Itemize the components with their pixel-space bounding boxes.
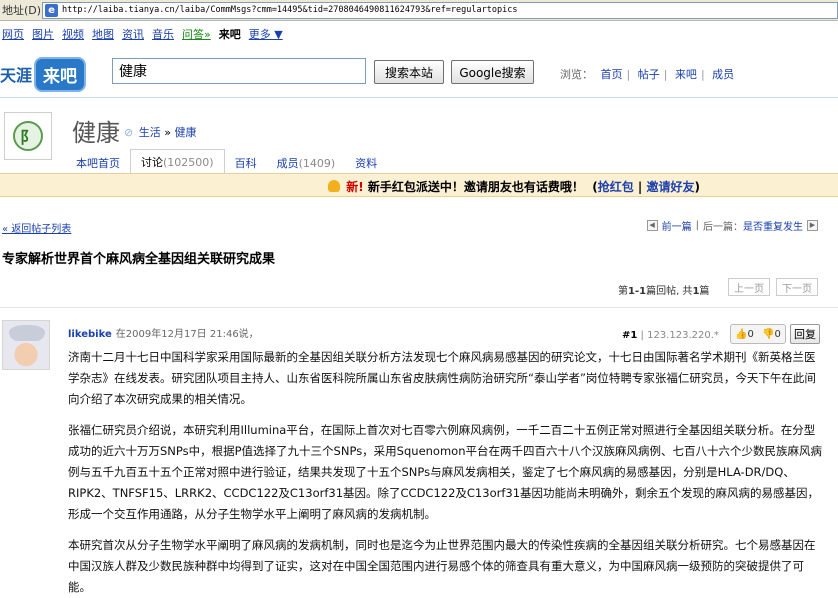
search-google-button[interactable]: Google搜索: [451, 60, 534, 84]
address-url: http://laiba.tianya.cn/laiba/CommMsgs?cm…: [62, 5, 518, 15]
promo-new-label: 新!: [346, 180, 364, 194]
bar-category: ⊘ 生活 » 健康: [124, 124, 196, 140]
promo-invite-link[interactable]: 邀请好友: [647, 180, 695, 194]
portal-nav-current: 来吧: [218, 28, 241, 41]
portal-nav-map[interactable]: 地图: [92, 26, 114, 42]
vote-down-button[interactable]: 👎0: [762, 329, 781, 340]
category-child-link[interactable]: 健康: [174, 126, 196, 139]
next-arrow-icon[interactable]: ▶: [807, 220, 818, 231]
search-local-button[interactable]: 搜索本站: [374, 60, 444, 84]
bar-avatar[interactable]: 阝: [4, 112, 52, 160]
address-label: 地址(D): [2, 4, 42, 17]
browse-home[interactable]: 首页: [601, 68, 623, 81]
vote-up-button[interactable]: 👍0: [735, 329, 754, 340]
portal-nav-web[interactable]: 网页: [2, 26, 24, 42]
category-sep: »: [164, 126, 171, 139]
tab-wiki[interactable]: 百科: [225, 151, 267, 175]
tag-icon: ⊘: [124, 126, 134, 139]
vote-box: 👍0 👎0: [730, 324, 786, 344]
ie-page-icon: e: [45, 3, 58, 17]
tab-discussion[interactable]: 讨论(102500): [130, 149, 225, 175]
browse-laiba[interactable]: 来吧: [675, 68, 697, 81]
floor-number: #1: [622, 330, 638, 341]
prev-next-nav: ◀ 前一篇 | 后一篇： 是否重复发生 ▶: [643, 218, 822, 233]
tab-bar-home[interactable]: 本吧首页: [66, 151, 130, 175]
browse-posts[interactable]: 帖子: [638, 68, 660, 81]
site-logo[interactable]: 天涯 来吧: [0, 56, 87, 92]
post-paragraph: 张福仁研究员介绍说，本研究利用Illumina平台，在国际上首次对七百零六例麻风…: [68, 423, 822, 521]
promo-text: 新手红包派送中！邀请朋友也有话费哦！: [367, 180, 584, 194]
portal-nav-images[interactable]: 图片: [32, 26, 54, 42]
promo-red-packet-link[interactable]: 抢红包: [598, 180, 634, 194]
tab-members[interactable]: 成员(1409): [267, 151, 346, 175]
portal-nav-video[interactable]: 视频: [62, 26, 84, 42]
prev-page-button[interactable]: 上一页: [728, 278, 770, 296]
logo-tianya: 天涯: [0, 66, 33, 85]
browse-label: 浏览：: [560, 68, 593, 81]
address-bar: 地址(D) e http://laiba.tianya.cn/laiba/Com…: [0, 0, 838, 21]
category-parent-link[interactable]: 生活: [139, 126, 161, 139]
prev-post-link[interactable]: 前一篇: [662, 218, 692, 233]
post-title: 专家解析世界首个麻风病全基因组关联研究成果: [2, 252, 276, 267]
back-to-list-link[interactable]: « 返回帖子列表: [2, 220, 71, 235]
post-time: 在2009年12月17日 21:46说，: [115, 329, 259, 340]
pagination-info: 第1-1篇回帖, 共1篇: [618, 286, 710, 297]
post-body: 济南十二月十七日中国科学家采用国际最新的全基因组关联分析方法发现七个麻风病易感基…: [68, 347, 826, 598]
search-input[interactable]: [112, 58, 366, 84]
portal-nav-news[interactable]: 资讯: [122, 26, 144, 42]
browse-members[interactable]: 成员: [712, 68, 734, 81]
next-post-label: 后一篇：: [703, 222, 743, 233]
next-page-button[interactable]: 下一页: [776, 278, 818, 296]
portal-nav-more[interactable]: 更多 ▼: [249, 26, 283, 42]
reply-button[interactable]: 回复: [790, 324, 820, 344]
portal-nav-answer[interactable]: 问答»: [182, 26, 211, 42]
post-divider: [0, 307, 838, 308]
promo-banner: 新! 新手红包派送中！邀请朋友也有话费哦！ (抢红包 | 邀请好友): [0, 173, 838, 197]
author-link[interactable]: likebike: [68, 329, 112, 340]
user-avatar[interactable]: [2, 320, 50, 370]
post-paragraph: 济南十二月十七日中国科学家采用国际最新的全基因组关联分析方法发现七个麻风病易感基…: [68, 350, 816, 406]
next-post-link[interactable]: 是否重复发生: [743, 218, 803, 233]
tab-info[interactable]: 资料: [345, 151, 387, 175]
address-input[interactable]: e http://laiba.tianya.cn/laiba/CommMsgs?…: [42, 1, 838, 19]
portal-nav-music[interactable]: 音乐: [152, 26, 174, 42]
header-divider: [0, 97, 838, 98]
post-paragraph: 本研究首次从分子生物学水平阐明了麻风病的发病机制，同时也是迄今为止世界范围内最大…: [68, 538, 816, 594]
post-author-line: likebike 在2009年12月17日 21:46说，: [68, 325, 259, 340]
browse-links: 浏览： 首页 | 帖子 | 来吧 | 成员: [560, 68, 735, 81]
portal-nav: 网页 图片 视频 地图 资讯 音乐 问答» 来吧 更多 ▼: [2, 26, 283, 42]
bar-logo-icon: 阝: [13, 121, 43, 151]
poster-ip: 123.123.220.*: [647, 330, 719, 341]
prev-arrow-icon[interactable]: ◀: [646, 220, 658, 231]
bar-tabs: 本吧首页 讨论(102500) 百科 成员(1409) 资料: [66, 149, 387, 175]
logo-laiba: 来吧: [34, 56, 87, 92]
bar-title: 健康: [72, 119, 120, 147]
bell-icon: [328, 180, 340, 192]
floor-info: #1 | 123.123.220.*: [622, 330, 719, 341]
